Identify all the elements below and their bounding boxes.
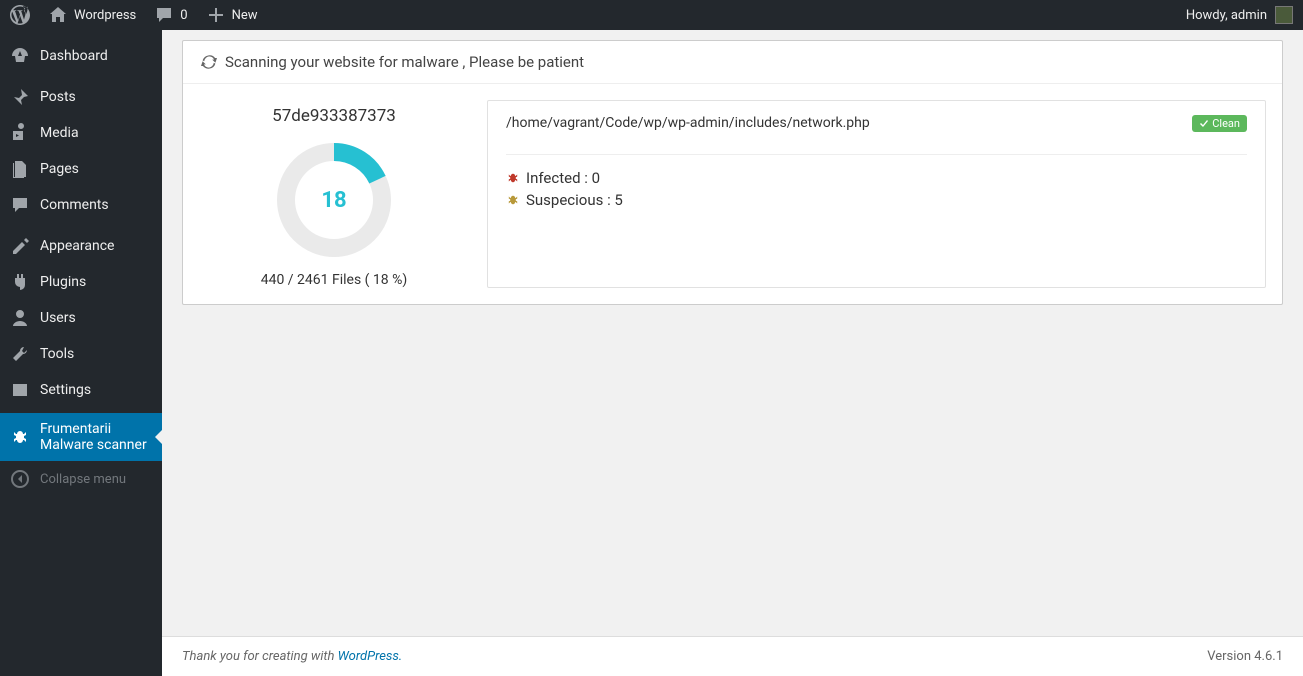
sidebar-item-label: Pages [40, 161, 79, 177]
tools-icon [10, 344, 30, 364]
sidebar-item-label: Posts [40, 89, 76, 105]
comments-icon [154, 5, 174, 25]
bug-yellow-icon [506, 193, 520, 207]
suspecious-text: Suspecious : 5 [526, 191, 623, 209]
plus-icon [206, 5, 226, 25]
wp-logo[interactable] [10, 5, 30, 25]
sidebar-item-comments[interactable]: Comments [0, 187, 162, 223]
sidebar-item-label: Frumentarii Malware scanner [40, 421, 152, 453]
sidebar-item-appearance[interactable]: Appearance [0, 228, 162, 264]
settings-icon [10, 380, 30, 400]
sidebar-item-plugins[interactable]: Plugins [0, 264, 162, 300]
admin-bar-left: Wordpress 0 New [10, 5, 258, 25]
sidebar-item-label: Settings [40, 382, 91, 398]
sidebar-item-media[interactable]: Media [0, 115, 162, 151]
new-label: New [232, 8, 258, 23]
site-name: Wordpress [74, 8, 136, 23]
bug-icon [10, 427, 30, 447]
infected-stat: Infected : 0 [506, 169, 1247, 187]
footer-thanks-text: Thank you for creating with [182, 649, 338, 664]
scan-progress-panel: 57de933387373 18 440 / 2461 Files ( 18 %… [199, 100, 469, 288]
sidebar-item-label: Users [40, 310, 76, 326]
sidebar-item-label: Appearance [40, 238, 114, 254]
suspecious-stat: Suspecious : 5 [506, 191, 1247, 209]
footer-wordpress-link[interactable]: WordPress. [338, 649, 403, 664]
sidebar-item-label: Media [40, 125, 79, 141]
scan-card: Scanning your website for malware , Plea… [182, 40, 1283, 305]
sidebar-item-tools[interactable]: Tools [0, 336, 162, 372]
new-content-link[interactable]: New [206, 5, 258, 25]
sidebar-item-frumentarii[interactable]: Frumentarii Malware scanner [0, 413, 162, 461]
sidebar-item-label: Dashboard [40, 48, 108, 64]
collapse-icon [10, 469, 30, 489]
sidebar-item-settings[interactable]: Settings [0, 372, 162, 408]
collapse-menu[interactable]: Collapse menu [0, 461, 162, 497]
avatar [1275, 6, 1293, 24]
current-file-row: /home/vagrant/Code/wp/wp-admin/includes/… [506, 115, 1247, 155]
wordpress-icon [10, 5, 30, 25]
admin-footer: Thank you for creating with WordPress. V… [162, 636, 1303, 676]
admin-bar-right[interactable]: Howdy, admin [1186, 6, 1293, 24]
home-icon [48, 5, 68, 25]
sidebar-item-dashboard[interactable]: Dashboard [0, 38, 162, 74]
sidebar-item-label: Plugins [40, 274, 86, 290]
media-icon [10, 123, 30, 143]
donut-percent: 18 [274, 140, 394, 260]
comments-link[interactable]: 0 [154, 5, 187, 25]
pin-icon [10, 87, 30, 107]
progress-donut: 18 [274, 140, 394, 260]
footer-version: Version 4.6.1 [1207, 649, 1283, 664]
clean-label: Clean [1212, 117, 1240, 130]
dashboard-icon [10, 46, 30, 66]
infected-text: Infected : 0 [526, 169, 600, 187]
users-icon [10, 308, 30, 328]
site-name-link[interactable]: Wordpress [48, 5, 136, 25]
sidebar-item-users[interactable]: Users [0, 300, 162, 336]
scan-results-panel: /home/vagrant/Code/wp/wp-admin/includes/… [487, 100, 1266, 288]
scan-progress-text: 440 / 2461 Files ( 18 %) [199, 272, 469, 288]
sidebar-item-label: Comments [40, 197, 109, 213]
pages-icon [10, 159, 30, 179]
plugins-icon [10, 272, 30, 292]
appearance-icon [10, 236, 30, 256]
admin-sidebar: Dashboard Posts Media Pages Comments App… [0, 30, 162, 676]
howdy-text: Howdy, admin [1186, 8, 1267, 23]
collapse-label: Collapse menu [40, 472, 126, 487]
scan-card-header: Scanning your website for malware , Plea… [183, 41, 1282, 84]
comment-icon [10, 195, 30, 215]
scan-header-text: Scanning your website for malware , Plea… [225, 53, 584, 71]
comments-count: 0 [180, 8, 187, 23]
main-content: Scanning your website for malware , Plea… [162, 30, 1303, 676]
check-icon [1199, 119, 1209, 129]
bug-red-icon [506, 171, 520, 185]
sidebar-item-posts[interactable]: Posts [0, 79, 162, 115]
scan-card-body: 57de933387373 18 440 / 2461 Files ( 18 %… [183, 84, 1282, 304]
refresh-icon [201, 54, 217, 70]
sidebar-item-label: Tools [40, 346, 74, 362]
footer-thanks: Thank you for creating with WordPress. [182, 649, 402, 664]
sidebar-item-pages[interactable]: Pages [0, 151, 162, 187]
scan-id: 57de933387373 [199, 106, 469, 126]
admin-bar: Wordpress 0 New Howdy, admin [0, 0, 1303, 30]
clean-badge: Clean [1192, 115, 1247, 132]
current-file-path: /home/vagrant/Code/wp/wp-admin/includes/… [506, 115, 870, 131]
